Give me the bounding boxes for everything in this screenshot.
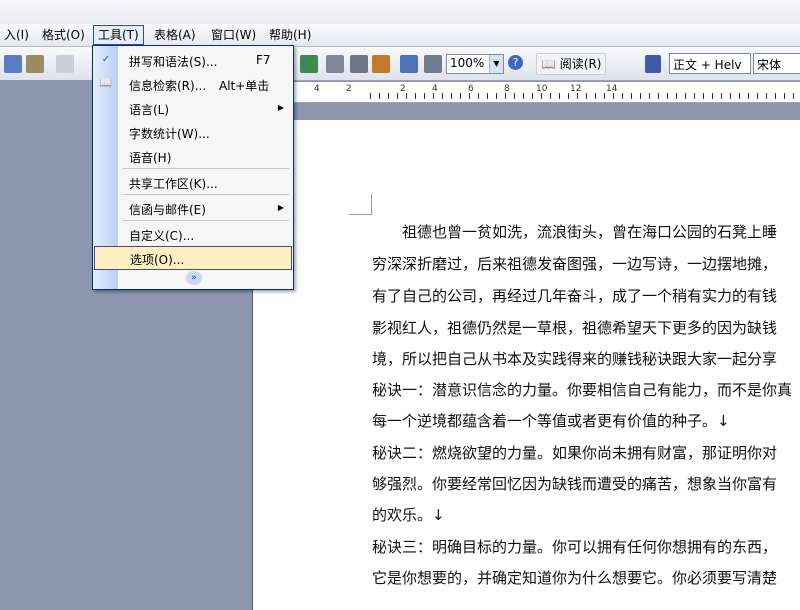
doc-line[interactable]: 秘诀二：燃烧欲望的力量。如果你尚未拥有财富，那证明你对 (372, 442, 777, 463)
spelling-toolbar-icon[interactable] (4, 55, 22, 73)
doc-line[interactable]: 的欢乐。↓ (372, 504, 445, 525)
show-hide-icon[interactable] (372, 55, 390, 73)
menu-item-language[interactable]: 语言(L) ▶ (93, 97, 293, 119)
style-dropdown[interactable]: 正文 + Helv (669, 53, 751, 74)
menu-item-label: 语音(H) (129, 151, 172, 165)
menu-item-customize[interactable]: 自定义(C)... (93, 223, 293, 245)
read-button-label: 阅读(R) (559, 57, 602, 71)
style-value: 正文 + Helv (673, 58, 742, 72)
tools-menu: ✓ 拼写和语法(S)... F7 📖 信息检索(R)... Alt+单击 语言(… (92, 45, 294, 290)
menu-item-shortcut: Alt+单击 (219, 79, 270, 93)
menu-item-letters-mailings[interactable]: 信函与邮件(E) ▶ (93, 197, 293, 219)
cut-icon[interactable] (56, 55, 74, 73)
ruler-number: 2 (346, 84, 352, 94)
menu-item-options[interactable]: 选项(O)... (94, 246, 292, 270)
drawing-icon[interactable] (350, 55, 368, 73)
zoom-value: 100% (450, 56, 485, 70)
doc-line[interactable]: 秘诀三：明确目标的力量。你可以拥有任何你想拥有的东西， (372, 536, 777, 557)
menu-bar: 入(I) 格式(O) 工具(T) 表格(A) 窗口(W) 帮助(H) (0, 0, 800, 47)
research-icon: 📖 (99, 78, 113, 89)
read-button[interactable]: 📖 阅读(R) (536, 53, 607, 75)
margin-corner-mark (349, 194, 372, 215)
doc-line[interactable]: 境，所以把自己从书本及实践得来的赚钱秘诀跟大家一起分享 (372, 348, 777, 369)
menu-table[interactable]: 表格(A) (150, 27, 200, 43)
horizontal-ruler[interactable]: 4 2 2 4 6 8 10 12 14 (290, 82, 800, 103)
chevron-down-icon[interactable]: ▼ (489, 55, 503, 73)
menu-item-label: 语言(L) (129, 103, 170, 117)
menu-tools[interactable]: 工具(T) (93, 25, 144, 45)
expand-menu-chevron-icon[interactable]: » (186, 271, 202, 285)
zoom-dropdown[interactable]: 100% ▼ (446, 54, 504, 74)
menu-item-word-count[interactable]: 字数统计(W)... (93, 121, 293, 143)
title-bar (0, 0, 800, 24)
font-value: 宋体 (757, 58, 782, 72)
menu-item-speech[interactable]: 语音(H) (93, 145, 293, 167)
ruler-number: 4 (314, 84, 320, 94)
menu-help[interactable]: 帮助(H) (265, 27, 315, 43)
doc-line[interactable]: 秘诀一：潜意识信念的力量。你要相信自己有能力，而不是你真 (372, 379, 792, 400)
book-icon: 📖 (541, 57, 556, 71)
menu-separator (123, 194, 289, 195)
doc-line[interactable]: 有了自己的公司，再经过几年奋斗，成了一个稍有实力的有钱 (372, 285, 777, 306)
doc-line[interactable]: 影视红人，祖德仍然是一草根，祖德希望天下更多的因为缺钱 (372, 317, 777, 338)
doc-line[interactable]: 穷深深折磨过，后来祖德发奋图强，一边写诗，一边摆地摊， (372, 253, 777, 274)
ruler-ticks (370, 93, 800, 99)
menu-item-label: 字数统计(W)... (129, 127, 210, 141)
menu-format[interactable]: 格式(O) (38, 27, 89, 43)
submenu-arrow-icon: ▶ (277, 103, 284, 112)
doc-line[interactable]: 够强烈。你要经常回忆因为缺钱而遭受的痛苦，想象当你富有 (372, 473, 777, 494)
menu-item-research[interactable]: 📖 信息检索(R)... Alt+单击 (93, 73, 293, 95)
menu-item-shared-workspace[interactable]: 共享工作区(K)... (93, 171, 293, 193)
menu-item-label: 信函与邮件(E) (129, 203, 206, 217)
submenu-arrow-icon: ▶ (277, 203, 284, 212)
menu-item-label: 选项(O)... (130, 253, 185, 267)
styles-formatting-icon[interactable] (645, 55, 661, 73)
menu-item-label: 共享工作区(K)... (129, 177, 218, 191)
menu-item-label: 信息检索(R)... (129, 79, 207, 93)
doc-map-icon[interactable] (400, 55, 418, 73)
research-toolbar-icon[interactable] (26, 55, 44, 73)
menu-item-label: 自定义(C)... (129, 229, 195, 243)
menu-item-shortcut: F7 (256, 53, 271, 67)
menu-item-label: 拼写和语法(S)... (129, 55, 218, 69)
doc-line[interactable]: 祖德也曾一贫如洗，流浪街头，曾在海口公园的石凳上睡 (402, 221, 777, 242)
help-icon[interactable]: ? (508, 55, 523, 70)
font-dropdown[interactable]: 宋体 (753, 53, 800, 74)
paragraph-mark-icon[interactable] (424, 55, 442, 73)
excel-icon[interactable] (300, 55, 318, 73)
menu-item-spelling[interactable]: ✓ 拼写和语法(S)... F7 (93, 49, 293, 71)
menu-separator (123, 168, 289, 169)
doc-line[interactable]: 它是你想要的，并确定知道你为什么想要它。你必须要写清楚 (372, 567, 777, 588)
menu-insert[interactable]: 入(I) (0, 27, 33, 43)
columns-icon[interactable] (326, 55, 344, 73)
menu-window[interactable]: 窗口(W) (207, 27, 260, 43)
doc-line[interactable]: 每一个逆境都蕴含着一个等值或者更有价值的种子。↓ (372, 410, 730, 431)
menu-separator (123, 220, 289, 221)
spelling-icon: ✓ (101, 54, 111, 65)
